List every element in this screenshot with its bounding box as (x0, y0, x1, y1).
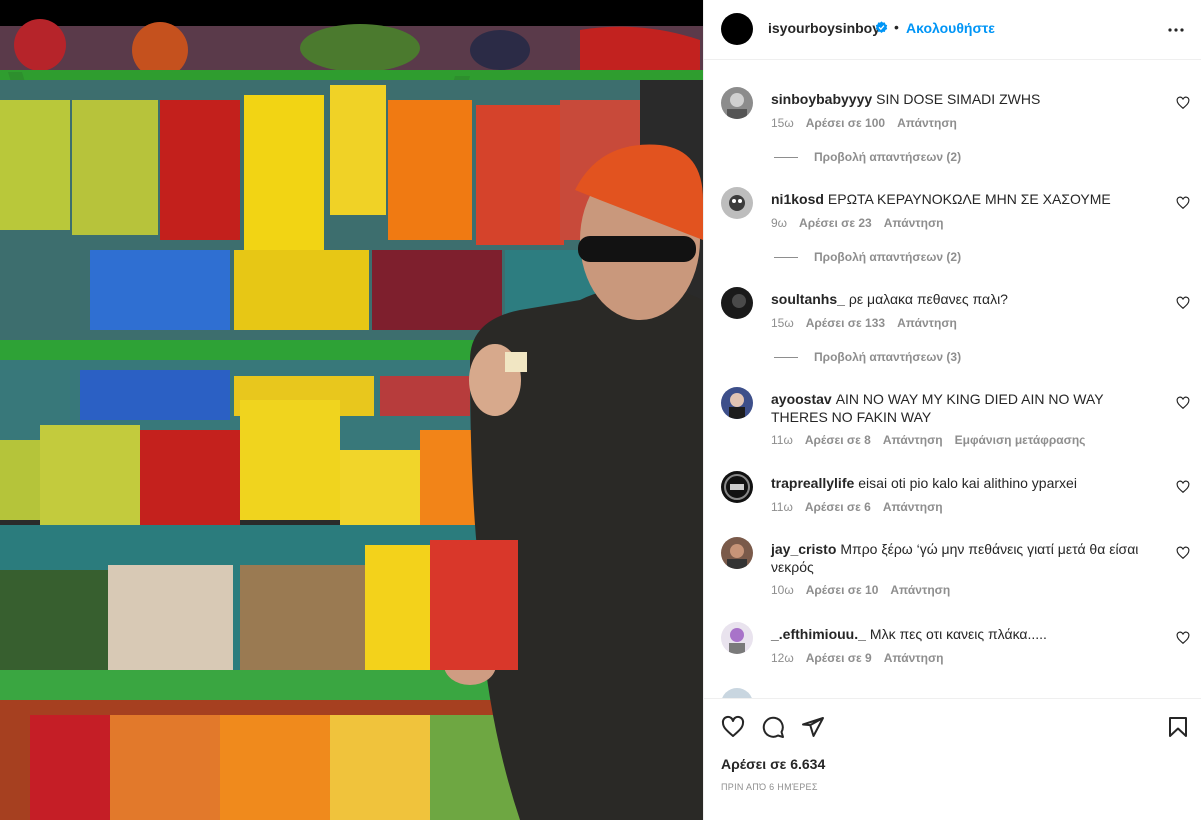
comment-likes[interactable]: Αρέσει σε 100 (806, 116, 885, 130)
comment-time[interactable]: 12ω (771, 651, 794, 665)
commenter-username[interactable]: soultanhs_ (771, 291, 845, 307)
comment-body: ni1kosd ΕΡΩΤΑ ΚΕΡΑΥΝΟΚΩΛΕ ΜΗΝ ΣΕ ΧΑΣΟΥΜΕ (771, 190, 1151, 208)
comment-time[interactable]: 11ω (771, 500, 793, 514)
commenter-avatar[interactable] (721, 387, 753, 419)
comment-text: ΕΡΩΤΑ ΚΕΡΑΥΝΟΚΩΛΕ ΜΗΝ ΣΕ ΧΑΣΟΥΜΕ (827, 191, 1111, 207)
heart-icon[interactable] (721, 715, 745, 739)
header-separator: • (894, 19, 899, 35)
comment-likes[interactable]: Αρέσει σε 133 (806, 316, 885, 330)
comment-time[interactable]: 15ω (771, 316, 794, 330)
comment-like-heart-icon[interactable] (1176, 480, 1190, 494)
comment-time[interactable]: 15ω (771, 116, 794, 130)
comment-meta: 9ω Αρέσει σε 23 Απάντηση (771, 216, 956, 230)
comment-bubble-icon[interactable] (761, 715, 785, 739)
comment-likes[interactable]: Αρέσει σε 9 (806, 651, 872, 665)
comment-likes[interactable]: Αρέσει σε 23 (799, 216, 872, 230)
author-avatar[interactable] (721, 13, 753, 45)
comment-body: trapreallylife eisai oti pio kalo kai ali… (771, 474, 1151, 492)
commenter-avatar[interactable] (721, 622, 753, 654)
view-replies-label: Προβολή απαντήσεων (2) (814, 250, 962, 264)
reply-button[interactable]: Απάντηση (897, 316, 957, 330)
comment-body: jay_cristo Μπρο ξέρω ‘γώ μην πεθάνεις για… (771, 540, 1151, 576)
comment-body: soultanhs_ ρε μαλακα πεθανες παλι? (771, 290, 1151, 308)
comment-likes[interactable]: Αρέσει σε 8 (805, 433, 871, 447)
comment-meta: 15ω Αρέσει σε 100 Απάντηση (771, 116, 969, 130)
view-replies-button[interactable]: Προβολή απαντήσεων (3) (774, 350, 961, 364)
comment-body: ayoostav AIN NO WAY MY KING DIED AIN NO W… (771, 390, 1151, 426)
comment-like-heart-icon[interactable] (1176, 631, 1190, 645)
author-username[interactable]: isyourboysinboy (768, 20, 880, 36)
view-replies-label: Προβολή απαντήσεων (3) (814, 350, 962, 364)
post-side-panel: isyourboysinboy • Ακολουθήστε sinboybaby… (703, 0, 1201, 820)
comment-meta: 12ω Αρέσει σε 9 Απάντηση (771, 651, 956, 665)
commenter-username[interactable]: trapreallylife (771, 475, 854, 491)
verified-badge-icon (875, 21, 888, 33)
comments-list[interactable]: sinboybabyyyy SIN DOSE SIMADI ZWHS 15ω Αρέ… (704, 61, 1201, 698)
comment-text: Μλκ πες οτι κανεις πλάκα..... (869, 626, 1047, 642)
comment-meta: 11ω Αρέσει σε 6 Απάντηση (771, 500, 955, 514)
comment-like-heart-icon[interactable] (1176, 396, 1190, 410)
commenter-avatar[interactable] (721, 471, 753, 503)
commenter-avatar[interactable] (721, 537, 753, 569)
commenter-avatar[interactable] (721, 87, 753, 119)
reply-button[interactable]: Απάντηση (883, 433, 943, 447)
post-header: isyourboysinboy • Ακολουθήστε (704, 0, 1201, 60)
post-actions-bar: Αρέσει σε 6.634 ΠΡΙΝ ΑΠΌ 6 ΗΜΈΡΕΣ (704, 698, 1201, 820)
reply-button[interactable]: Απάντηση (883, 500, 943, 514)
reply-button[interactable]: Απάντηση (884, 216, 944, 230)
more-options-icon[interactable] (1164, 18, 1188, 42)
comment-text: eisai oti pio kalo kai alithino yparxei (858, 475, 1077, 491)
commenter-username[interactable]: jay_cristo (771, 541, 836, 557)
replies-line (774, 157, 798, 159)
comment-time[interactable]: 11ω (771, 433, 793, 447)
comment-meta: 10ω Αρέσει σε 10 Απάντηση (771, 583, 962, 597)
likes-count[interactable]: Αρέσει σε 6.634 (721, 756, 825, 772)
replies-line (774, 357, 798, 359)
commenter-username[interactable]: ayoostav (771, 391, 832, 407)
reply-button[interactable]: Απάντηση (884, 651, 944, 665)
commenter-avatar[interactable] (721, 187, 753, 219)
commenter-username[interactable]: _.efthimiouu._ (771, 626, 866, 642)
photo-fruit-stand-illustration (0, 0, 703, 820)
view-replies-button[interactable]: Προβολή απαντήσεων (2) (774, 250, 961, 264)
bookmark-icon[interactable] (1166, 715, 1190, 739)
commenter-avatar-partial[interactable] (721, 688, 753, 698)
comment-text: SIN DOSE SIMADI ZWHS (876, 91, 1041, 107)
comment-body: sinboybabyyyy SIN DOSE SIMADI ZWHS (771, 90, 1151, 108)
commenter-username[interactable]: ni1kosd (771, 191, 824, 207)
comment-meta: 15ω Αρέσει σε 133 Απάντηση (771, 316, 969, 330)
comment-like-heart-icon[interactable] (1176, 196, 1190, 210)
post-timestamp[interactable]: ΠΡΙΝ ΑΠΌ 6 ΗΜΈΡΕΣ (721, 782, 818, 792)
comment-likes[interactable]: Αρέσει σε 10 (806, 583, 879, 597)
comment-likes[interactable]: Αρέσει σε 6 (805, 500, 871, 514)
comment-time[interactable]: 10ω (771, 583, 794, 597)
instagram-post-view: isyourboysinboy • Ακολουθήστε sinboybaby… (0, 0, 1201, 820)
comment-like-heart-icon[interactable] (1176, 546, 1190, 560)
reply-button[interactable]: Απάντηση (890, 583, 950, 597)
reply-button[interactable]: Απάντηση (897, 116, 957, 130)
post-photo[interactable] (0, 0, 703, 820)
replies-line (774, 257, 798, 259)
send-paper-plane-icon[interactable] (801, 715, 825, 739)
comment-meta: 11ω Αρέσει σε 8 Απάντηση Εμφάνιση μετάφραση… (771, 433, 1097, 447)
view-replies-button[interactable]: Προβολή απαντήσεων (2) (774, 150, 961, 164)
comment-body: _.efthimiouu._ Μλκ πες οτι κανεις πλάκα..… (771, 625, 1151, 643)
commenter-username[interactable]: sinboybabyyyy (771, 91, 872, 107)
comment-like-heart-icon[interactable] (1176, 96, 1190, 110)
comment-text: ρε μαλακα πεθανες παλι? (848, 291, 1008, 307)
follow-button[interactable]: Ακολουθήστε (906, 20, 995, 36)
comment-like-heart-icon[interactable] (1176, 296, 1190, 310)
view-replies-label: Προβολή απαντήσεων (2) (814, 150, 962, 164)
commenter-avatar[interactable] (721, 287, 753, 319)
show-translation-button[interactable]: Εμφάνιση μετάφρασης (955, 433, 1086, 447)
comment-time[interactable]: 9ω (771, 216, 787, 230)
